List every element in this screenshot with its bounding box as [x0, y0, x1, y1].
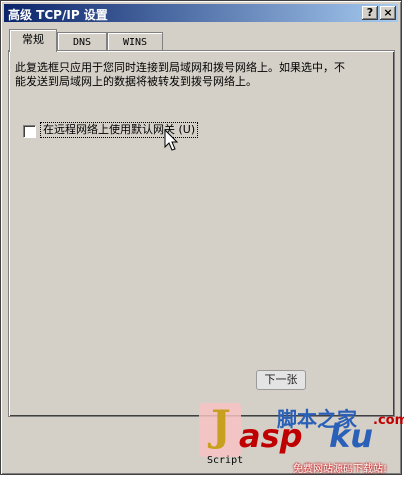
general-tab-panel	[8, 50, 395, 417]
default-gateway-checkbox[interactable]	[23, 125, 36, 138]
next-page-button[interactable]: 下一张	[256, 370, 306, 390]
help-icon: ?	[366, 6, 374, 19]
watermark-dotcom: .com	[373, 413, 404, 428]
close-button[interactable]: ×	[380, 6, 396, 20]
watermark-tagline: 免费网站源码下载站!	[293, 464, 388, 475]
tab-dns-label: DNS	[72, 37, 92, 48]
tab-wins[interactable]: WINS	[107, 32, 163, 51]
help-button[interactable]: ?	[362, 6, 378, 20]
description-text: 此复选框只应用于您同时连接到局域网和拨号网络上。如果选中，不能发送到局域网上的数…	[15, 61, 345, 88]
tab-general[interactable]: 常规	[9, 29, 57, 52]
watermark-site-name: 脚本之家	[277, 407, 357, 431]
watermark-j: J	[211, 401, 231, 450]
window-title: 高级 TCP/IP 设置	[8, 8, 108, 22]
title-bar[interactable]: 高级 TCP/IP 设置 ? ×	[4, 4, 398, 22]
tab-wins-label: WINS	[122, 37, 148, 48]
tab-general-label: 常规	[22, 33, 44, 46]
close-icon: ×	[383, 6, 393, 19]
tab-dns[interactable]: DNS	[57, 32, 107, 51]
watermark-script: Script	[207, 455, 244, 466]
site-watermark: J asp ku 脚本之家 .com Script 免费网站源码下载站!	[195, 395, 404, 477]
mouse-cursor-icon	[164, 129, 179, 151]
